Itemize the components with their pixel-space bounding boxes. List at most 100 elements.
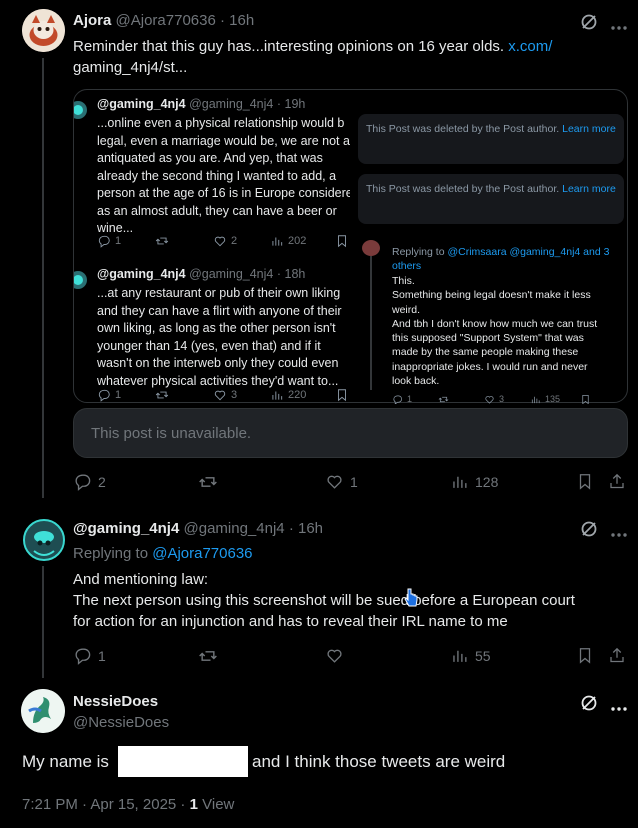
like-button[interactable]: 1 (325, 472, 358, 491)
repost-button[interactable] (198, 472, 218, 492)
bookmark-button[interactable] (576, 646, 594, 665)
reply-count: 2 (98, 473, 106, 490)
more-icon[interactable] (610, 18, 628, 36)
like-icon (327, 649, 342, 663)
share-icon (610, 647, 624, 663)
share-button[interactable] (608, 472, 626, 491)
timestamp[interactable]: · 16h (220, 12, 254, 29)
reply-line: made by the same people making these (392, 346, 579, 359)
view-count: 1 (189, 796, 198, 813)
quote-timestamp: · 19h (276, 97, 306, 111)
reply-line: Something being legal doesn't make it le… (392, 289, 591, 302)
deleted-post-notice: This Post was deleted by the Post author… (358, 174, 624, 224)
quote-view-count: 202 (288, 235, 307, 247)
tweet-text: Reminder that this guy has...interesting… (73, 36, 552, 57)
quote-line: wasn't on the interweb only they could e… (97, 356, 339, 370)
tweet-link[interactable]: x.com/ (508, 38, 552, 55)
tweet-text-line: The next person using this screenshot wi… (73, 592, 575, 609)
quote-line: already the second thing I wanted to add… (97, 168, 337, 183)
quote-like-count: 3 (231, 389, 238, 401)
quote-reply-count: 1 (115, 235, 122, 247)
repost-icon (155, 237, 169, 245)
tweet-link-continued[interactable]: gaming_4nj4/st... (73, 57, 187, 78)
quote-author-name: @gaming_4nj4 (97, 97, 186, 111)
author-handle[interactable]: @NessieDoes (73, 714, 169, 731)
quote-line: person at the age of 16 is in Europe con… (97, 186, 350, 200)
quote-actions: 1 2 202 (97, 234, 349, 248)
thread-line (42, 566, 44, 678)
avatar[interactable] (21, 517, 67, 563)
reply-line: weird. (392, 303, 421, 316)
author-name[interactable]: Ajora (73, 12, 111, 29)
reply-icon (98, 389, 110, 402)
tweet-text-after: and I think those tweets are weird (252, 752, 506, 771)
quote-line: as an almost adult, they can have a beer… (97, 203, 337, 218)
quote-actions: 1 3 135 (392, 394, 591, 404)
repost-icon (155, 391, 169, 399)
author-name[interactable]: @gaming_4nj4 (73, 520, 179, 537)
quote-author-handle: @gaming_4nj4 (189, 267, 274, 281)
replying-to-link[interactable]: @Ajora770636 (152, 545, 252, 562)
bookmark-icon (579, 474, 591, 490)
quote-like-count: 3 (499, 394, 505, 404)
grok-icon[interactable] (580, 520, 598, 543)
redaction-box (118, 746, 248, 777)
tweet-timestamp[interactable]: 7:21 PM · Apr 15, 2025 · (22, 796, 185, 813)
more-icon[interactable] (610, 525, 628, 543)
quote-view-count: 135 (545, 394, 561, 404)
timestamp[interactable]: · 16h (289, 520, 323, 537)
learn-more-link: Learn more (562, 183, 616, 195)
quote-line: ...online even a physical relationship w… (97, 116, 345, 130)
reply-line: this supposed "Support System" that was (392, 332, 584, 345)
repost-button[interactable] (198, 646, 218, 666)
views-icon (272, 391, 283, 400)
replying-prefix: Replying to (73, 545, 149, 562)
thread-line (42, 58, 44, 498)
views-button[interactable]: 128 (450, 472, 498, 491)
reply-line: inappropriate jokes. I would run and nev… (392, 360, 588, 373)
more-icon[interactable] (610, 699, 628, 717)
bookmark-icon (582, 394, 589, 404)
share-button[interactable] (608, 646, 626, 665)
reply-button[interactable]: 2 (73, 472, 106, 491)
quote-like-count: 2 (231, 235, 238, 247)
like-button[interactable] (325, 646, 344, 665)
avatar[interactable] (21, 689, 65, 733)
like-icon (485, 395, 494, 404)
replying-prefix: Replying to (392, 246, 445, 258)
learn-more-link: Learn more (562, 123, 616, 135)
grok-icon[interactable] (580, 694, 598, 717)
quoted-reply: Replying to @Crimsaara @gaming_4nj4 and … (360, 244, 624, 404)
author-name[interactable]: NessieDoes (73, 693, 158, 710)
quote-actions: 1 3 220 (97, 388, 349, 402)
reply-line: look back. (392, 375, 440, 388)
views-icon (453, 476, 467, 488)
quote-reply-count: 1 (115, 389, 122, 401)
quote-reply-count: 1 (407, 394, 413, 404)
views-button[interactable]: 55 (450, 646, 491, 665)
views-label: View (202, 796, 235, 813)
author-handle[interactable]: @Ajora770636 (116, 12, 216, 29)
mouse-cursor-icon (404, 588, 418, 613)
quote-view-count: 220 (288, 389, 307, 401)
tweet-text-body: Reminder that this guy has...interesting… (73, 38, 505, 55)
views-icon (531, 396, 540, 403)
grok-icon[interactable] (580, 13, 598, 36)
quote-line: ...at any restaurant or pub of their own… (97, 286, 341, 300)
like-count: 1 (350, 473, 358, 490)
avatar[interactable] (22, 9, 65, 52)
like-icon (214, 390, 226, 401)
tweet-text-line: for action for an injunction and has to … (73, 613, 508, 630)
quote-author-name: @gaming_4nj4 (97, 267, 186, 281)
views-icon (272, 237, 283, 246)
repost-icon (438, 396, 449, 402)
reply-icon (393, 394, 402, 404)
author-handle[interactable]: @gaming_4nj4 (184, 520, 285, 537)
bookmark-icon (338, 235, 346, 248)
reply-icon (75, 474, 91, 491)
bookmark-button[interactable] (576, 472, 594, 491)
reply-button[interactable]: 1 (73, 646, 106, 665)
reply-count: 1 (98, 647, 106, 664)
bookmark-icon (579, 648, 591, 664)
avatar (74, 98, 88, 122)
